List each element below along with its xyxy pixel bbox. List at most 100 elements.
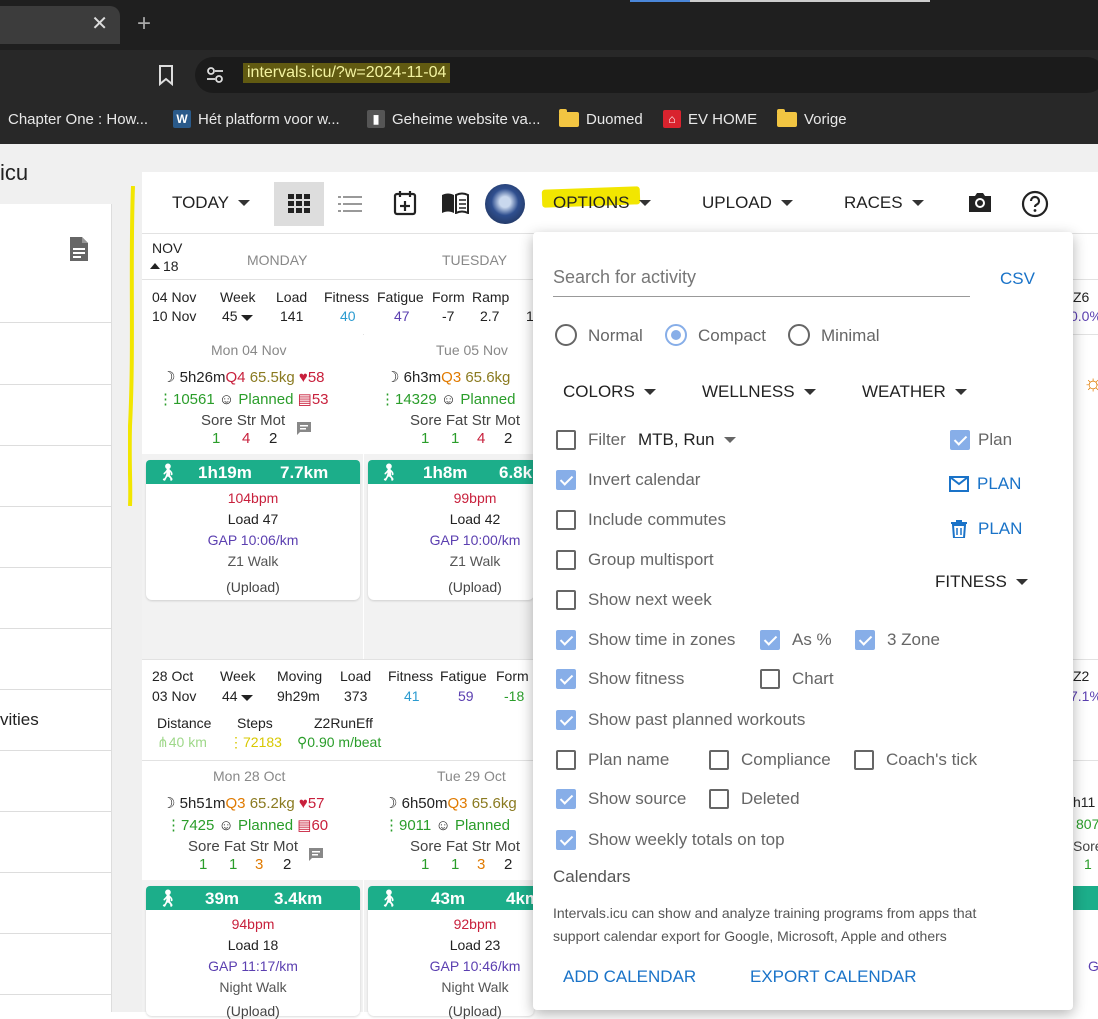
bookmark-item[interactable]: ▮ Geheime website va... xyxy=(367,108,540,130)
invert-calendar-checkbox[interactable] xyxy=(556,470,576,490)
browser-tab[interactable]: ✕ xyxy=(0,6,120,44)
new-tab-icon[interactable]: + xyxy=(137,12,151,36)
footsteps-icon: ⋮ xyxy=(158,391,173,408)
close-tab-icon[interactable]: ✕ xyxy=(91,14,108,34)
wellness-button[interactable]: WELLNESS xyxy=(702,382,816,402)
csv-button[interactable]: CSV xyxy=(1000,269,1035,289)
show-time-in-zones-checkbox[interactable] xyxy=(556,630,576,650)
folder-icon xyxy=(559,108,579,127)
weather-button[interactable]: WEATHER xyxy=(862,382,967,402)
footsteps-icon: ⋮ xyxy=(380,391,395,408)
group-multisport-checkbox[interactable] xyxy=(556,550,576,570)
include-commutes-checkbox[interactable] xyxy=(556,510,576,530)
filter-dropdown[interactable]: MTB, Run xyxy=(638,430,736,450)
chevron-down-icon xyxy=(954,389,967,395)
chevron-down-icon xyxy=(638,200,651,206)
week-summary-label: Form xyxy=(432,289,465,305)
compact-radio[interactable] xyxy=(665,324,687,346)
site-info-icon[interactable] xyxy=(205,65,225,85)
week-steps: ⋮72183 xyxy=(229,734,282,750)
search-activity-input[interactable]: Search for activity xyxy=(553,267,696,288)
group-multisport-label: Group multisport xyxy=(588,550,714,569)
plan-label: Plan xyxy=(978,430,1013,449)
plan-checkbox[interactable] xyxy=(950,430,970,450)
wellness-value: 1 xyxy=(199,856,208,873)
show-next-week-checkbox[interactable] xyxy=(556,590,576,610)
add-event-icon[interactable] xyxy=(393,190,417,216)
help-icon[interactable] xyxy=(1021,190,1049,218)
steps-row: ⋮9011 ☺ Planned xyxy=(384,817,510,834)
bookmark-star-icon[interactable] xyxy=(157,64,175,86)
activity-duration: 1h8m xyxy=(423,463,468,482)
comment-icon[interactable] xyxy=(296,421,312,436)
minimal-radio[interactable] xyxy=(788,324,810,346)
week-summary-label: Steps xyxy=(237,715,273,731)
compliance-checkbox[interactable] xyxy=(709,750,729,770)
camera-icon[interactable] xyxy=(967,191,993,213)
as-percent-checkbox[interactable] xyxy=(760,630,780,650)
plan-name-checkbox[interactable] xyxy=(556,750,576,770)
sidebar-item-activities[interactable]: vities xyxy=(0,710,39,730)
show-fitness-checkbox[interactable] xyxy=(556,669,576,689)
input-underline xyxy=(553,296,970,297)
export-calendar-button[interactable]: EXPORT CALENDAR xyxy=(750,967,917,987)
filter-label: Filter xyxy=(588,430,626,449)
races-button[interactable]: RACES xyxy=(844,193,924,213)
week-number-dropdown[interactable]: 44 xyxy=(222,688,253,704)
week-summary-label: Distance xyxy=(157,715,212,731)
upload-button[interactable]: UPLOAD xyxy=(702,193,793,213)
chart-checkbox[interactable] xyxy=(760,669,780,689)
three-zone-checkbox[interactable] xyxy=(855,630,875,650)
activity-distance: 3.4km xyxy=(274,889,323,908)
include-commutes-label: Include commutes xyxy=(588,510,726,529)
book-icon[interactable] xyxy=(441,192,469,214)
delete-plan-button[interactable]: PLAN xyxy=(951,519,1022,539)
show-weekly-totals-checkbox[interactable] xyxy=(556,830,576,850)
walk-icon: 🚶︎ xyxy=(157,463,179,482)
wellness-value: 2 xyxy=(283,856,292,873)
avatar[interactable] xyxy=(485,184,525,224)
add-calendar-button[interactable]: ADD CALENDAR xyxy=(563,967,696,987)
show-weekly-totals-label: Show weekly totals on top xyxy=(588,830,785,849)
normal-radio[interactable] xyxy=(555,324,577,346)
as-percent-label: As % xyxy=(792,630,832,649)
week-number[interactable]: 18 xyxy=(150,258,179,274)
fitness-button[interactable]: FITNESS xyxy=(935,572,1028,592)
show-source-checkbox[interactable] xyxy=(556,789,576,809)
week-summary-label: Fatigue xyxy=(377,289,424,305)
chart-label: Chart xyxy=(792,669,834,688)
grid-view-button[interactable] xyxy=(274,182,324,226)
bookmark-folder[interactable]: Duomed xyxy=(559,108,643,130)
options-button[interactable]: OPTIONS xyxy=(553,193,651,213)
bookmark-item[interactable]: Chapter One : How... xyxy=(8,108,148,130)
today-button[interactable]: TODAY xyxy=(172,193,250,213)
plan-name-label: Plan name xyxy=(588,750,670,769)
list-view-button[interactable] xyxy=(326,182,374,226)
wellness-value: 1 xyxy=(421,430,430,447)
comment-icon[interactable] xyxy=(308,847,324,862)
bookmark-folder[interactable]: Vorige xyxy=(777,108,847,130)
email-plan-button[interactable]: PLAN xyxy=(949,474,1021,494)
week-start-date: 28 Oct xyxy=(152,668,194,684)
activity-card-header xyxy=(1073,886,1098,910)
zone-label: Z2 xyxy=(1073,668,1090,684)
week-summary-label: Z2RunEff xyxy=(314,715,373,731)
activity-gap: GAP 11:17/km xyxy=(208,958,298,974)
show-time-in-zones-label: Show time in zones xyxy=(588,630,736,649)
wellness-labels: Sore Str Mot xyxy=(201,412,286,429)
show-past-planned-checkbox[interactable] xyxy=(556,710,576,730)
bookmark-item[interactable]: W Hét platform voor w... xyxy=(173,108,340,130)
bookmark-item[interactable]: ⌂ EV HOME xyxy=(663,108,757,130)
minimal-label: Minimal xyxy=(821,326,880,345)
deleted-checkbox[interactable] xyxy=(709,789,729,809)
colors-button[interactable]: COLORS xyxy=(563,382,656,402)
week-number-dropdown[interactable]: 45 xyxy=(222,308,253,324)
coach-tick-label: Coach's tick xyxy=(886,750,978,769)
document-icon[interactable] xyxy=(68,236,90,262)
coach-tick-checkbox[interactable] xyxy=(854,750,874,770)
filter-checkbox[interactable] xyxy=(556,430,576,450)
chevron-down-icon xyxy=(911,200,924,206)
list-icon xyxy=(338,196,362,212)
sleep-row: ☽ 5h51mQ3 65.2kg ♥57 xyxy=(162,795,325,812)
url-text[interactable]: intervals.icu/?w=2024-11-04 xyxy=(243,63,451,83)
